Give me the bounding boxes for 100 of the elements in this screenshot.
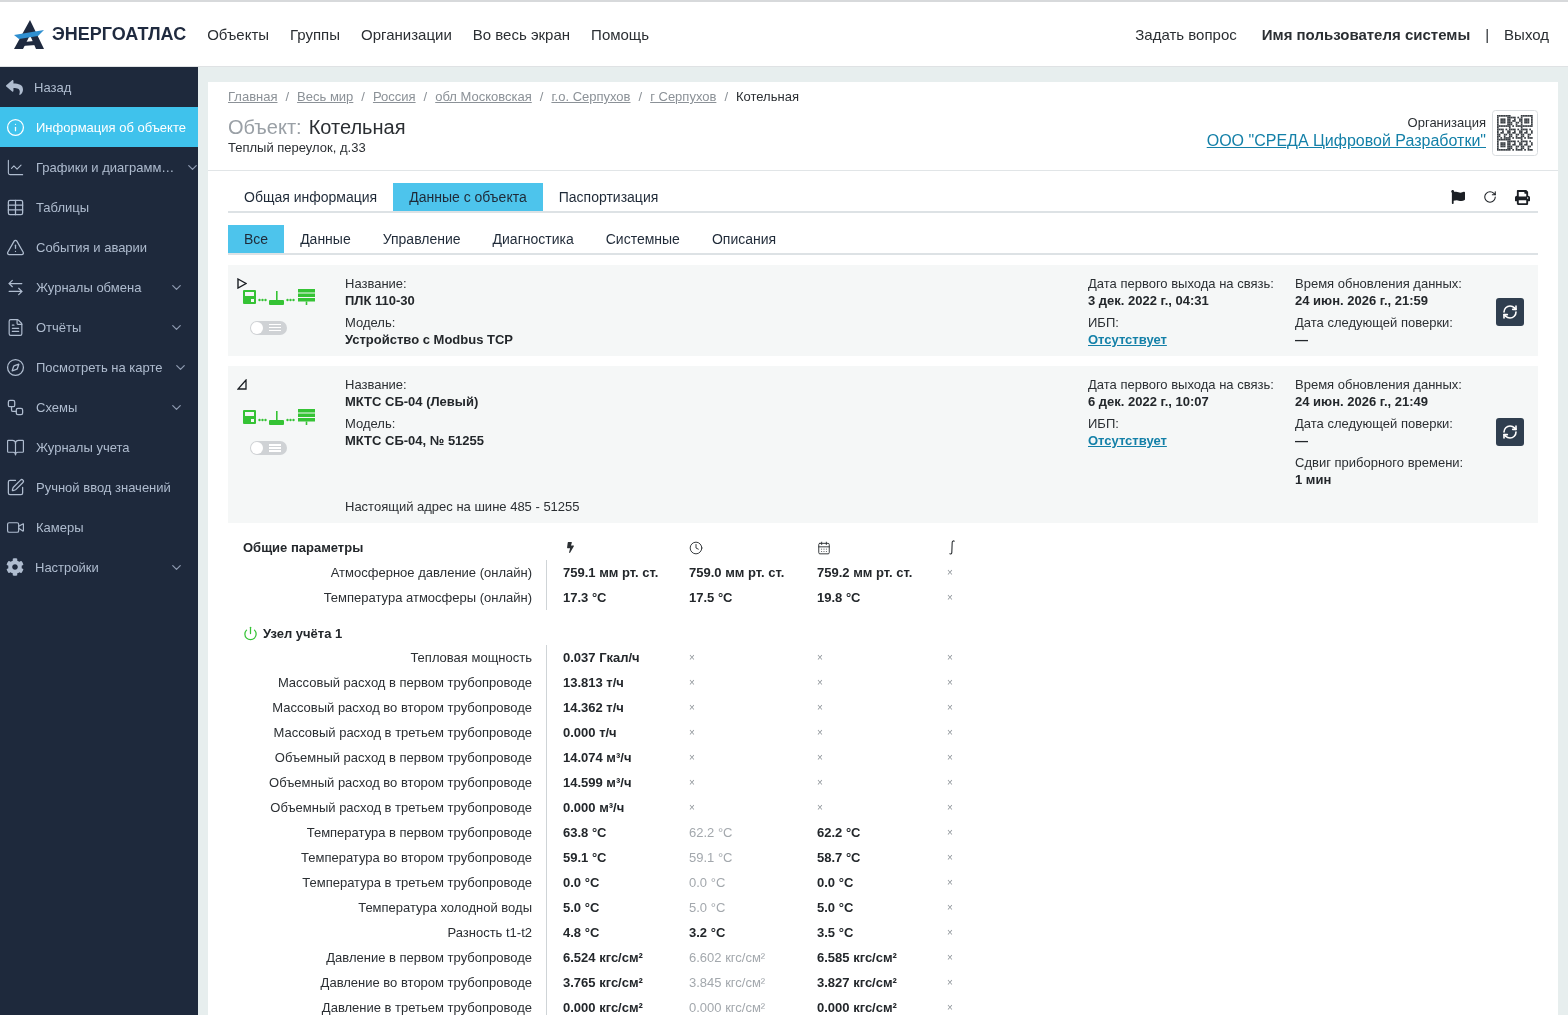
sidebar-item[interactable]: Таблицы [0, 187, 198, 227]
flag-icon[interactable] [1451, 190, 1465, 204]
sidebar-item[interactable]: События и аварии [0, 227, 198, 267]
sidebar-item[interactable]: Настройки [0, 547, 198, 587]
filter-tab[interactable]: Управление [366, 225, 477, 253]
field-link[interactable]: Отсутствует [1088, 331, 1167, 348]
parameter-value: 3.827 кгс/см² [817, 975, 897, 990]
field-label: Модель: [345, 415, 397, 432]
collapsed-triangle-icon[interactable] [237, 278, 247, 289]
inactive-value: 0.000 кгс/см² [689, 1000, 766, 1015]
nav-link[interactable]: Во весь экран [472, 25, 571, 43]
field-value: 1 мин [1295, 471, 1333, 488]
no-value-mark: × [817, 727, 823, 738]
nav-link[interactable]: Организации [361, 25, 452, 43]
tab[interactable]: Общая информация [228, 183, 394, 211]
sidebar-item[interactable]: Отчёты [0, 307, 198, 347]
expanded-triangle-icon[interactable] [237, 379, 247, 390]
parameter-value: 0.037 Гкал/ч [563, 650, 640, 665]
parameter-label: Тепловая мощность [243, 645, 547, 670]
user-name: Имя пользователя системы [1261, 25, 1471, 43]
filter-tab[interactable]: Данные [284, 225, 367, 253]
nav-link[interactable]: Объекты [207, 25, 270, 43]
sidebar-item[interactable]: Назад [0, 67, 198, 107]
parameter-value: 0.0 °C [563, 875, 600, 890]
tab[interactable]: Паспортизация [542, 183, 675, 211]
breadcrumb-separator: / [539, 88, 544, 106]
ask-question-link[interactable]: Задать вопрос [1135, 25, 1237, 43]
sidebar-item[interactable]: Ручной ввод значений [0, 467, 198, 507]
sidebar-item[interactable]: Журналы обмена [0, 267, 198, 307]
parameter-value: 5.0 °C [817, 900, 854, 915]
nav-link[interactable]: Группы [290, 25, 341, 43]
no-value-mark: × [817, 802, 823, 813]
sync-button[interactable] [1496, 418, 1524, 446]
filter-tab[interactable]: Все [228, 225, 285, 253]
sidebar-item[interactable]: Схемы [0, 387, 198, 427]
tab[interactable]: Данные с объекта [393, 183, 543, 211]
object-label: Объект: [228, 115, 302, 139]
no-value-mark: × [689, 652, 695, 663]
parameter-value: 14.074 м³/ч [563, 750, 632, 765]
field-link[interactable]: Отсутствует [1088, 432, 1167, 449]
parameter-value: 14.599 м³/ч [563, 775, 632, 790]
sidebar-item[interactable]: Графики и диаграмм… [0, 147, 198, 187]
no-value-mark: × [689, 802, 695, 813]
field-value: — [1295, 432, 1309, 449]
object-name: Котельная [308, 115, 406, 139]
no-value-mark: × [947, 877, 953, 888]
sidebar-item[interactable]: Посмотреть на карте [0, 347, 198, 387]
info-icon [6, 117, 25, 137]
parameter-value: 0.000 т/ч [563, 725, 617, 740]
field-label: Время обновления данных: [1295, 376, 1463, 393]
object-address: Теплый переулок, д.33 [228, 140, 367, 156]
sidebar-item[interactable]: Камеры [0, 507, 198, 547]
field-label: ИБП: [1088, 415, 1120, 432]
no-value-mark: × [947, 727, 953, 738]
parameter-label: Атмосферное давление (онлайн) [243, 560, 547, 585]
sync-button[interactable] [1496, 297, 1524, 326]
toggle-switch[interactable] [250, 320, 287, 335]
parameter-value: 759.0 мм рт. ст. [689, 565, 785, 580]
parameter-value: 759.1 мм рт. ст. [563, 565, 659, 580]
breadcrumb-separator: / [724, 88, 728, 106]
line-chart-icon [6, 157, 25, 177]
parameter-value: 4.8 °C [563, 925, 600, 940]
calendar-icon [817, 540, 831, 555]
refresh-icon[interactable] [1483, 190, 1497, 204]
breadcrumb-separator: / [638, 88, 643, 106]
toggle-switch[interactable] [250, 441, 287, 455]
parameter-value: 0.000 кгс/см² [563, 1000, 643, 1015]
parameter-value: 3.2 °C [689, 925, 726, 940]
nav-link[interactable]: Помощь [591, 25, 650, 43]
no-value-mark: × [689, 702, 695, 713]
document-icon [6, 317, 25, 337]
parameter-value: 63.8 °C [563, 825, 607, 840]
parameter-value: 62.2 °C [817, 825, 861, 840]
bus-address-text: Настоящий адрес на шине 485 - 51255 [345, 498, 581, 515]
parameter-value: 6.585 кгс/см² [817, 950, 897, 965]
print-icon[interactable] [1515, 189, 1530, 205]
filter-tab[interactable]: Диагностика [476, 225, 590, 253]
filter-tab[interactable]: Системные [589, 225, 696, 253]
field-label: Дата следующей поверки: [1295, 314, 1454, 331]
organization-label: Организация [1407, 115, 1486, 131]
sync-icon [1502, 424, 1518, 440]
field-value: 24 июн. 2026 г., 21:49 [1295, 393, 1429, 410]
parameter-label: Массовый расход во втором трубопроводе [243, 695, 547, 720]
inactive-value: 5.0 °C [689, 900, 726, 915]
left-right-arrows-icon [6, 277, 25, 297]
parameter-label: Объемный расход во втором трубопроводе [243, 770, 547, 795]
parameter-label: Разность t1-t2 [243, 920, 547, 945]
organization-link[interactable]: ООО "СРЕДА Цифровой Разработки" [1206, 131, 1486, 151]
no-value-mark: × [947, 852, 953, 863]
sidebar-item[interactable]: Журналы учета [0, 427, 198, 467]
no-value-mark: × [817, 777, 823, 788]
filter-tab[interactable]: Описания [695, 225, 793, 253]
lightning-icon [565, 542, 576, 553]
parameter-value: 14.362 т/ч [563, 700, 624, 715]
parameter-label: Массовый расход в первом трубопроводе [243, 670, 547, 695]
header-separator: | [1485, 25, 1490, 43]
logout-link[interactable]: Выход [1504, 25, 1549, 43]
field-label: Дата следующей поверки: [1295, 415, 1454, 432]
field-value: ПЛК 110-30 [345, 292, 416, 309]
inactive-value: 62.2 °C [689, 825, 733, 840]
